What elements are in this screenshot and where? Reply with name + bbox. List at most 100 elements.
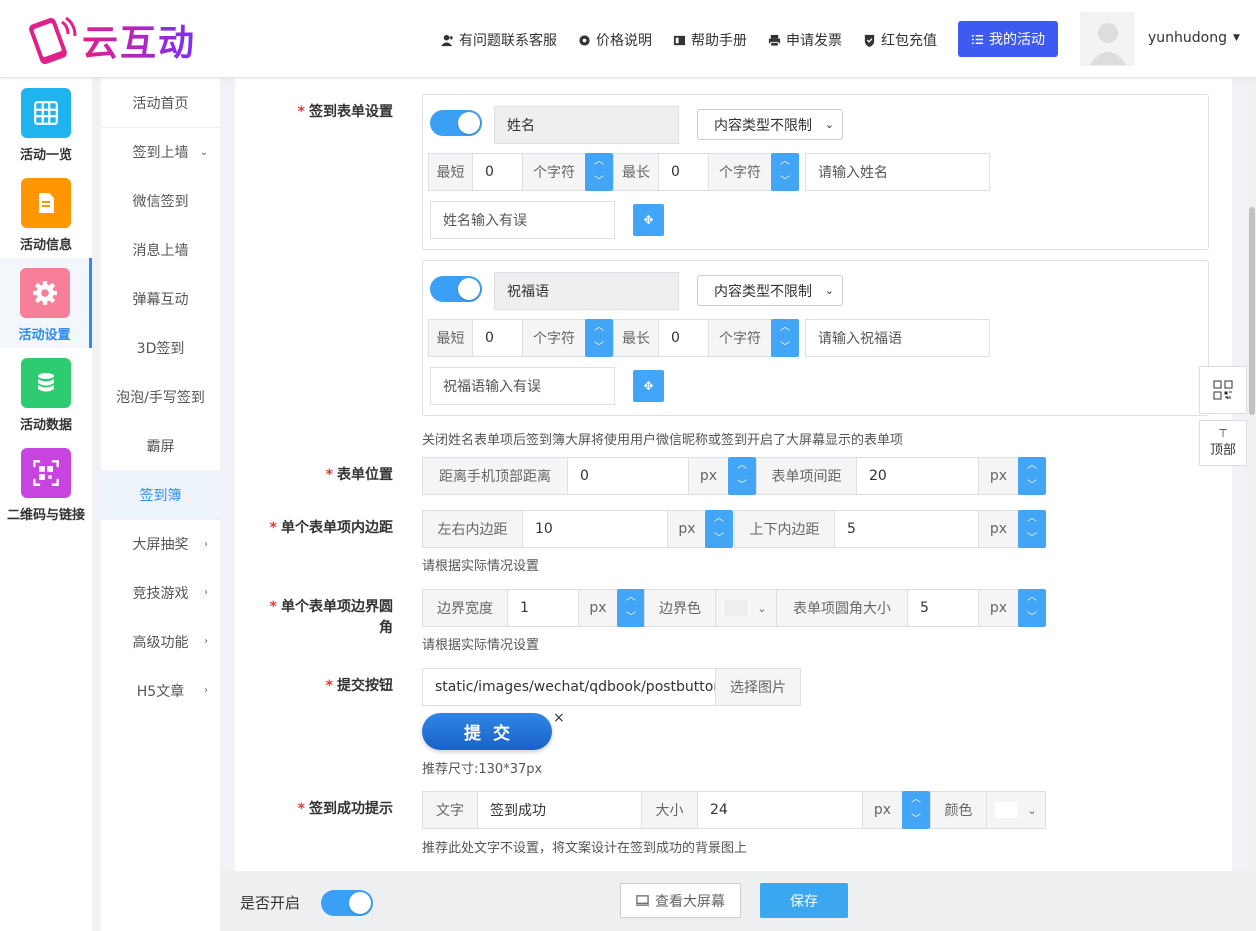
px-unit: px [978, 457, 1019, 495]
top-distance-input[interactable]: 0 [567, 457, 689, 495]
subnav-item-message-wall[interactable]: 消息上墙 [101, 225, 220, 274]
max-length-input[interactable]: 0 [658, 153, 709, 191]
database-icon [21, 358, 71, 408]
nav-label: 价格说明 [596, 33, 652, 49]
subnav-item-signin-book[interactable]: 签到簿 [101, 470, 220, 519]
padding-hint: 请根据实际情况设置 [422, 559, 540, 574]
scrollbar[interactable] [1247, 78, 1256, 871]
scrollbar-thumb[interactable] [1249, 207, 1255, 415]
padding-label: * 单个表单项内边距 [269, 520, 393, 536]
max-length-input[interactable]: 0 [658, 319, 709, 357]
subnav-item-danmaku[interactable]: 弹幕互动 [101, 274, 220, 323]
close-icon[interactable]: × [553, 710, 565, 726]
greeting-error-input[interactable]: 祝福语输入有误 [430, 367, 615, 405]
min-length-input[interactable]: 0 [472, 153, 523, 191]
submit-image-path-input[interactable]: static/images/wechat/qdbook/postbutton.p [422, 668, 716, 706]
subnav-item-home[interactable]: 活动首页 [101, 78, 220, 127]
enable-toggle[interactable] [321, 890, 373, 916]
move-icon[interactable]: ✥ [633, 370, 664, 402]
max-length-stepper[interactable]: ︿ ﹀ [771, 319, 799, 357]
subnav-item-h5-article[interactable]: H5文章 › [101, 666, 220, 715]
greeting-placeholder-input[interactable]: 请输入祝福语 [805, 319, 990, 357]
subnav-label: 微信签到 [132, 193, 189, 210]
printer-icon [768, 34, 781, 47]
subnav-item-bapin[interactable]: 霸屏 [101, 421, 220, 470]
top-distance-stepper[interactable]: ︿ ﹀ [728, 457, 756, 495]
save-button[interactable]: 保存 [760, 883, 848, 918]
success-text-input[interactable]: 签到成功 [477, 791, 642, 829]
user-menu[interactable]: yunhudong ▼ [1148, 30, 1240, 46]
subnav-item-advanced[interactable]: 高级功能 › [101, 617, 220, 666]
nav-recharge[interactable]: 红包充值 [863, 30, 937, 50]
min-length-stepper[interactable]: ︿ ﹀ [585, 153, 613, 191]
item-gap-input[interactable]: 20 [856, 457, 979, 495]
subnav-item-3d-signin[interactable]: 3D签到 [101, 323, 220, 372]
my-activity-button[interactable]: 我的活动 [958, 21, 1058, 57]
nav-invoice[interactable]: 申请发票 [768, 30, 842, 50]
tb-padding-input[interactable]: 5 [834, 510, 979, 548]
max-length-label: 最长 [613, 153, 659, 191]
min-length-stepper[interactable]: ︿ ﹀ [585, 319, 613, 357]
sidebar-item-qrcode[interactable]: 二维码与链接 [0, 438, 92, 528]
subnav-item-games[interactable]: 竞技游戏 › [101, 568, 220, 617]
subnav-item-wechat-signin[interactable]: 微信签到 [101, 176, 220, 225]
sidebar-item-overview[interactable]: 活动一览 [0, 78, 92, 168]
lr-padding-stepper[interactable]: ︿ ﹀ [705, 510, 733, 548]
nav-contact-support[interactable]: 有问题联系客服 [441, 30, 557, 50]
border-width-input[interactable]: 1 [507, 589, 579, 627]
px-unit: px [862, 791, 903, 829]
chevron-right-icon: › [204, 538, 208, 550]
nav-help-manual[interactable]: 帮助手册 [673, 30, 747, 50]
name-field-toggle[interactable] [430, 110, 482, 136]
lr-padding-input[interactable]: 10 [522, 510, 668, 548]
greeting-content-type-select[interactable]: 内容类型不限制 ⌄ [697, 275, 843, 306]
border-width-stepper[interactable]: ︿ ﹀ [617, 589, 645, 627]
sidebar-item-info[interactable]: 活动信息 [0, 168, 92, 258]
subnav-item-lottery[interactable]: 大屏抽奖 › [101, 519, 220, 568]
subnav-item-bubble-signin[interactable]: 泡泡/手写签到 [101, 372, 220, 421]
subnav-item-signin-wall[interactable]: 签到上墙 ⌄ [101, 127, 220, 176]
choose-image-button[interactable]: 选择图片 [715, 668, 801, 706]
px-unit: px [578, 589, 618, 627]
sidebar-item-data[interactable]: 活动数据 [0, 348, 92, 438]
greeting-field-toggle[interactable] [430, 276, 482, 302]
name-placeholder-input[interactable]: 请输入姓名 [805, 153, 990, 191]
back-to-top-button[interactable]: ⊤ 顶部 [1199, 420, 1247, 466]
sidebar-item-settings[interactable]: 活动设置 [0, 258, 92, 348]
move-icon[interactable]: ✥ [633, 204, 664, 236]
min-length-input[interactable]: 0 [472, 319, 523, 357]
sidebar-item-label: 二维码与链接 [6, 508, 85, 523]
qrcode-float-button[interactable] [1199, 366, 1247, 414]
nav-label: 有问题联系客服 [459, 33, 557, 49]
tb-padding-stepper[interactable]: ︿ ﹀ [1018, 510, 1046, 548]
size-label: 大小 [641, 791, 698, 829]
document-icon [21, 178, 71, 228]
border-color-picker[interactable]: ⌄ [715, 589, 777, 627]
greeting-field-title-input[interactable]: 祝福语 [494, 272, 679, 310]
item-radius-stepper[interactable]: ︿ ﹀ [1018, 589, 1046, 627]
name-error-input[interactable]: 姓名输入有误 [430, 201, 615, 239]
nav-label: 红包充值 [881, 33, 937, 49]
sidebar-item-label: 活动信息 [19, 238, 72, 253]
px-unit: px [688, 457, 729, 495]
max-length-stepper[interactable]: ︿ ﹀ [771, 153, 799, 191]
border-color-label: 边界色 [644, 589, 716, 627]
subnav-label: 高级功能 [132, 634, 189, 651]
view-big-screen-button[interactable]: 查看大屏幕 [620, 883, 741, 918]
nav-pricing[interactable]: 价格说明 [578, 30, 652, 50]
item-radius-input[interactable]: 5 [907, 589, 979, 627]
avatar[interactable] [1080, 12, 1134, 66]
logo[interactable]: 云互动 [22, 12, 196, 68]
success-color-picker[interactable]: ⌄ [986, 791, 1046, 829]
name-field-title-input[interactable]: 姓名 [494, 106, 679, 144]
subnav-label: 消息上墙 [132, 242, 189, 259]
subnav-label: 签到上墙 [132, 145, 189, 161]
success-size-stepper[interactable]: ︿ ﹀ [902, 791, 930, 829]
name-content-type-select[interactable]: 内容类型不限制 ⌄ [697, 109, 843, 140]
subnav-label: 泡泡/手写签到 [116, 389, 205, 406]
nav-label: 帮助手册 [691, 33, 747, 49]
item-gap-stepper[interactable]: ︿ ﹀ [1018, 457, 1046, 495]
max-unit-label: 个字符 [708, 319, 772, 357]
success-size-input[interactable]: 24 [697, 791, 863, 829]
qrcode-icon [21, 448, 71, 498]
